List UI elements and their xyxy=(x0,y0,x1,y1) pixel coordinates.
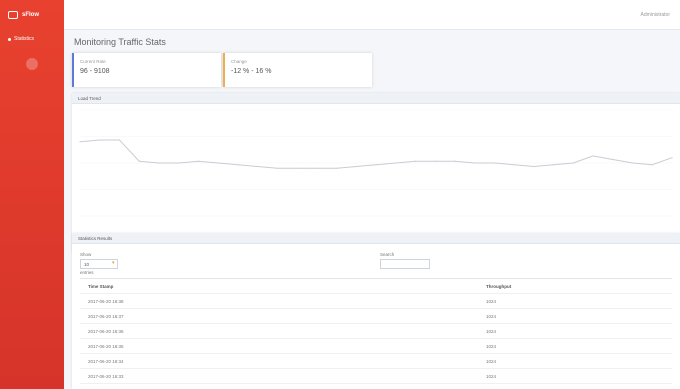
chevron-down-icon: ▾ xyxy=(112,260,115,266)
table-cell: 2017-06-20 16:34 xyxy=(80,353,478,369)
data-point xyxy=(178,162,180,164)
data-point xyxy=(553,164,555,166)
data-point xyxy=(414,160,417,162)
data-point xyxy=(592,155,594,157)
sidebar-item-label: Statistics xyxy=(14,36,35,42)
entries-value: 10 xyxy=(84,262,90,267)
data-point xyxy=(296,167,298,169)
data-point xyxy=(375,164,377,166)
table-row: 2017-06-20 16:36 1024 xyxy=(80,323,672,339)
data-point xyxy=(493,162,495,164)
brand-name: sFlow xyxy=(22,12,40,18)
data-point xyxy=(513,164,515,166)
column-header-throughput[interactable]: Throughput xyxy=(478,278,672,294)
data-point xyxy=(99,139,101,141)
data-point xyxy=(158,162,160,164)
table-row: 2017-06-20 16:34 1024 xyxy=(80,353,672,369)
logo-icon xyxy=(8,11,18,19)
table-cell: 1024 xyxy=(478,338,672,354)
sidebar-item-statistics[interactable]: Statistics xyxy=(0,30,64,48)
data-point xyxy=(454,160,456,162)
results-table: Time Stamp Throughput 2017-06-20 16:38 10… xyxy=(80,278,672,384)
line-chart xyxy=(79,109,673,217)
filter-entries-label: entries xyxy=(80,270,94,275)
data-point xyxy=(671,157,673,159)
table-header-row: Time Stamp Throughput xyxy=(80,278,672,294)
user-menu[interactable]: Administrator xyxy=(641,12,670,18)
filter-show-label: Show xyxy=(80,252,92,257)
data-point xyxy=(395,162,397,164)
table-cell: 2017-06-20 16:38 xyxy=(80,293,478,309)
chart-title: Load Trend xyxy=(72,93,680,104)
stat-card-rate: Current Rate 96 - 9108 xyxy=(72,53,221,87)
column-header-timestamp[interactable]: Time Stamp xyxy=(80,278,478,294)
data-point xyxy=(79,141,81,143)
table-row: 2017-06-20 16:35 1024 xyxy=(80,338,672,354)
main-content: Monitoring Traffic Stats Current Rate 96… xyxy=(64,30,680,389)
table-cell: 2017-06-20 16:35 xyxy=(80,338,478,354)
data-point xyxy=(651,164,653,166)
data-point xyxy=(217,162,219,164)
stat-card-change: Change -12 % - 16 % xyxy=(223,53,372,87)
gear-icon[interactable] xyxy=(26,58,38,70)
sidebar: sFlow Statistics xyxy=(0,0,64,389)
table-cell: 1024 xyxy=(478,353,672,369)
data-point xyxy=(316,167,318,169)
stat-value: 96 - 9108 xyxy=(80,68,110,75)
chart-card: Load Trend xyxy=(72,93,680,253)
data-point xyxy=(355,165,357,168)
table-card-title: Statistics Results xyxy=(72,233,680,244)
search-input[interactable] xyxy=(380,259,430,269)
data-point xyxy=(631,162,634,164)
data-point xyxy=(197,160,199,162)
data-point xyxy=(434,160,436,162)
page-title: Monitoring Traffic Stats xyxy=(74,37,166,47)
table-cell: 1024 xyxy=(478,368,672,384)
stat-label: Change xyxy=(231,59,247,64)
table-cell: 2017-06-20 16:36 xyxy=(80,323,478,339)
data-point xyxy=(118,139,121,141)
data-point xyxy=(612,158,614,161)
data-point xyxy=(257,165,259,168)
data-point xyxy=(335,167,338,169)
table-row: 2017-06-20 16:33 1024 xyxy=(80,368,672,384)
data-point xyxy=(474,162,476,164)
data-point xyxy=(237,164,239,166)
table-card: Statistics Results Show 10 ▾ entries Sea… xyxy=(72,233,680,389)
bullet-icon xyxy=(8,37,11,41)
data-point xyxy=(276,167,278,169)
table-cell: 1024 xyxy=(478,323,672,339)
table-cell: 1024 xyxy=(478,308,672,324)
stat-value: -12 % - 16 % xyxy=(231,68,272,75)
data-point xyxy=(138,160,140,162)
filter-search-label: Search xyxy=(380,252,395,257)
stat-label: Current Rate xyxy=(80,59,106,64)
data-point xyxy=(533,165,535,168)
data-point xyxy=(572,162,574,164)
brand[interactable]: sFlow xyxy=(0,0,64,30)
table-cell: 1024 xyxy=(478,293,672,309)
table-row: 2017-06-20 16:38 1024 xyxy=(80,293,672,309)
table-row: 2017-06-20 16:37 1024 xyxy=(80,308,672,324)
series-line xyxy=(79,139,673,169)
topbar: Administrator xyxy=(64,0,680,30)
table-cell: 2017-06-20 16:33 xyxy=(80,368,478,384)
table-cell: 2017-06-20 16:37 xyxy=(80,308,478,324)
